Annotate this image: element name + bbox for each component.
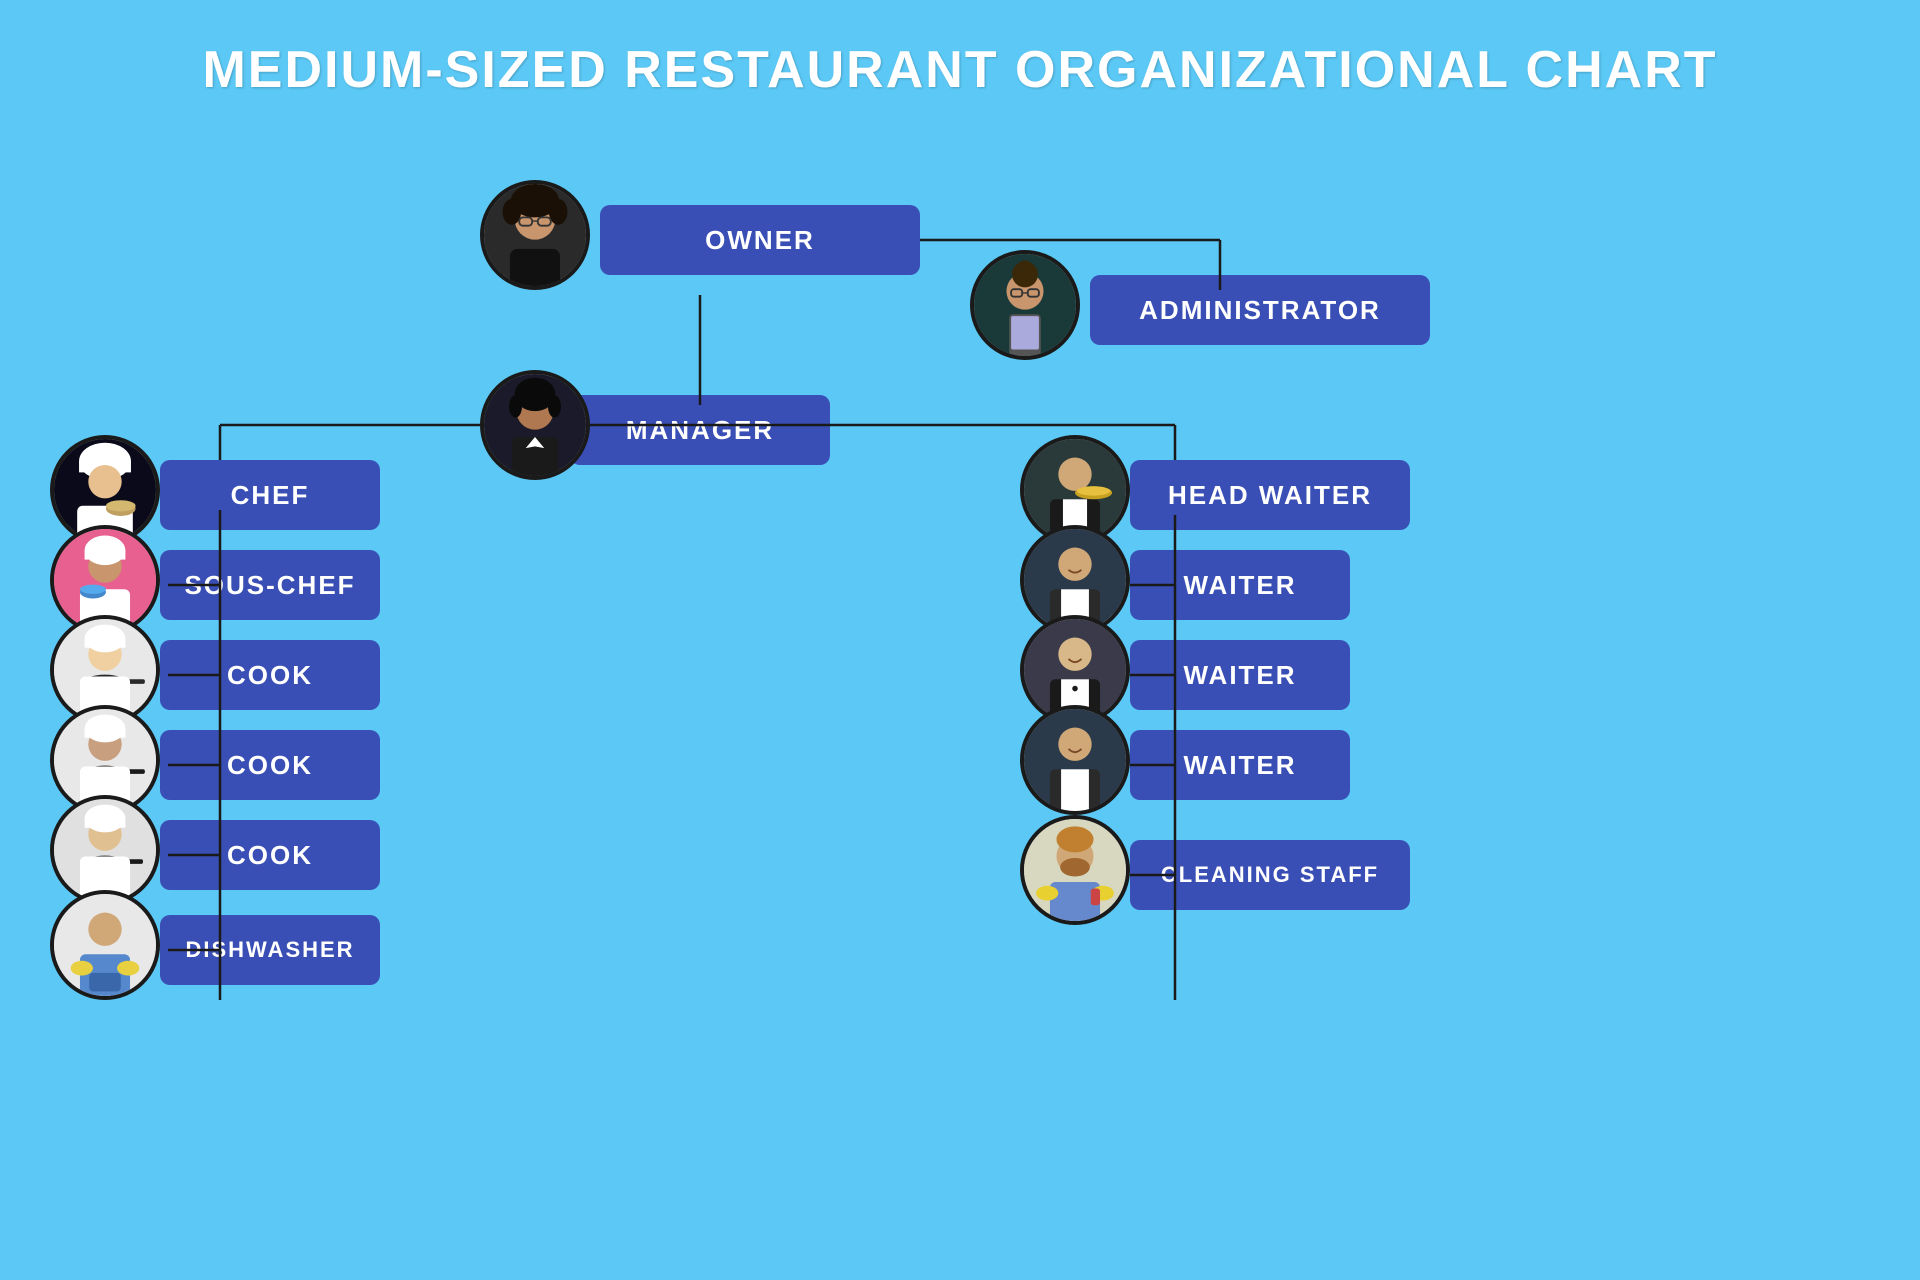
chef-box: CHEF bbox=[160, 460, 380, 530]
page-title: MEDIUM-SIZED RESTAURANT ORGANIZATIONAL C… bbox=[0, 0, 1920, 120]
cleaning-staff-box: CLEANING STAFF bbox=[1130, 840, 1410, 910]
waiter1-box: WAITER bbox=[1130, 550, 1350, 620]
cleaning-staff-avatar bbox=[1020, 815, 1130, 925]
cook1-box: COOK bbox=[160, 640, 380, 710]
dishwasher-box: DISHWASHER bbox=[160, 915, 380, 985]
waiter3-box: WAITER bbox=[1130, 730, 1350, 800]
manager-box: MANAGER bbox=[570, 395, 830, 465]
owner-avatar bbox=[480, 180, 590, 290]
org-chart: OWNER ADMINISTRATOR bbox=[0, 120, 1920, 1280]
cook3-box: COOK bbox=[160, 820, 380, 890]
administrator-box: ADMINISTRATOR bbox=[1090, 275, 1430, 345]
manager-avatar bbox=[480, 370, 590, 480]
waiter3-avatar bbox=[1020, 705, 1130, 815]
administrator-avatar bbox=[970, 250, 1080, 360]
cook3-avatar bbox=[50, 795, 160, 905]
owner-box: OWNER bbox=[600, 205, 920, 275]
sous-chef-box: SOUS-CHEF bbox=[160, 550, 380, 620]
head-waiter-box: HEAD WAITER bbox=[1130, 460, 1410, 530]
dishwasher-avatar bbox=[50, 890, 160, 1000]
waiter2-box: WAITER bbox=[1130, 640, 1350, 710]
cook2-box: COOK bbox=[160, 730, 380, 800]
